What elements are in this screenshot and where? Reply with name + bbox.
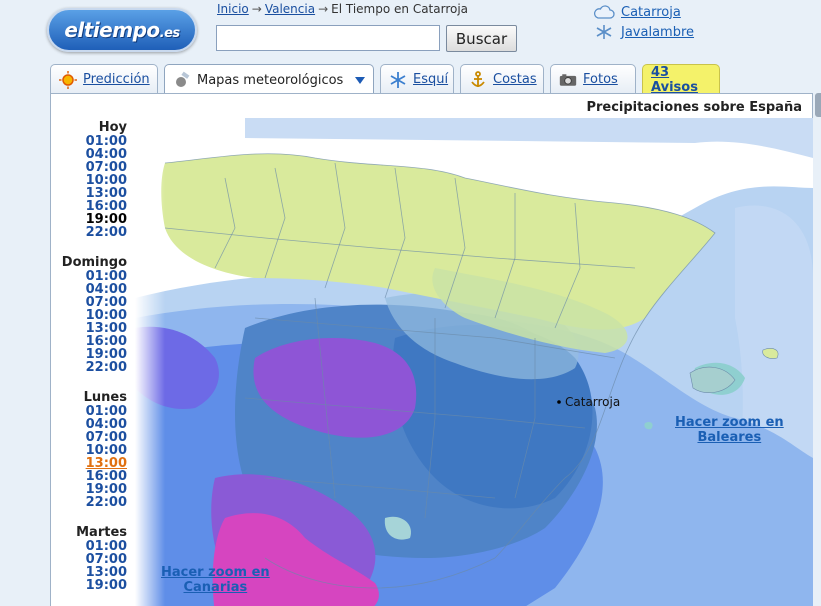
day-heading: Hoy bbox=[98, 120, 127, 135]
zoom-link-line: Canarias bbox=[183, 580, 248, 595]
time-list: 01:00 04:00 07:00 10:00 13:00 16:00 19:0… bbox=[51, 270, 135, 374]
tab-fotos[interactable]: Fotos bbox=[550, 64, 636, 94]
tab-avisos[interactable]: 43 Avisos bbox=[642, 64, 720, 95]
site-logo[interactable]: eltiempo.es bbox=[47, 8, 197, 52]
precipitation-map-image bbox=[135, 118, 813, 606]
map-panel: Precipitaciones sobre España Hoy 01:00 0… bbox=[50, 93, 813, 606]
camera-icon bbox=[559, 73, 577, 86]
breadcrumb: Inicio → Valencia → El Tiempo en Catarroja bbox=[217, 2, 468, 16]
breadcrumb-current: El Tiempo en Catarroja bbox=[331, 2, 469, 16]
scrollbar-handle[interactable] bbox=[815, 93, 821, 117]
time-list: 01:00 04:00 07:00 10:00 13:00 16:00 19:0… bbox=[51, 135, 135, 239]
day-heading: Martes bbox=[76, 525, 127, 540]
map-title: Precipitaciones sobre España bbox=[586, 100, 802, 115]
breadcrumb-arrow-icon: → bbox=[318, 2, 329, 16]
satellite-icon bbox=[176, 71, 190, 87]
day-heading: Domingo bbox=[61, 255, 127, 270]
zoom-link-line: Hacer zoom en bbox=[161, 565, 270, 580]
sun-icon bbox=[59, 70, 77, 89]
zoom-canarias-link[interactable]: Hacer zoom en Canarias bbox=[161, 565, 270, 595]
tab-mapas[interactable]: Mapas meteorológicos bbox=[164, 64, 374, 95]
chevron-down-icon[interactable] bbox=[355, 76, 366, 84]
anchor-icon bbox=[471, 70, 485, 87]
time-link[interactable]: 22:00 bbox=[51, 226, 127, 239]
favorite-location-catarroja[interactable]: Catarroja bbox=[593, 4, 681, 20]
zoom-link-line: Hacer zoom en bbox=[675, 415, 784, 430]
time-list: 01:00 04:00 07:00 10:00 13:00 16:00 19:0… bbox=[51, 405, 135, 509]
tab-prediccion[interactable]: Predicción bbox=[50, 64, 158, 94]
time-list: 01:00 07:00 13:00 19:00 bbox=[51, 540, 135, 592]
city-label-catarroja: Catarroja bbox=[565, 395, 621, 409]
favorite-link[interactable]: Catarroja bbox=[621, 5, 681, 20]
cloud-icon bbox=[593, 5, 615, 19]
breadcrumb-region-link[interactable]: Valencia bbox=[265, 2, 315, 16]
tab-label[interactable]: Predicción bbox=[83, 72, 150, 87]
snowflake-icon bbox=[596, 25, 612, 39]
tab-label[interactable]: Costas bbox=[493, 72, 537, 87]
zoom-baleares-link[interactable]: Hacer zoom en Baleares bbox=[675, 415, 784, 445]
tab-label: Mapas meteorológicos bbox=[197, 72, 344, 88]
tab-label[interactable]: Esquí bbox=[413, 72, 448, 87]
tab-costas[interactable]: Costas bbox=[460, 64, 544, 94]
forecast-time-sidebar: Hoy 01:00 04:00 07:00 10:00 13:00 16:00 … bbox=[51, 118, 135, 592]
breadcrumb-home-link[interactable]: Inicio bbox=[217, 2, 249, 16]
breadcrumb-arrow-icon: → bbox=[251, 2, 262, 16]
logo-text: eltiempo.es bbox=[64, 18, 180, 42]
precipitation-map[interactable]: Catarroja Hacer zoom en Baleares Hacer z… bbox=[135, 118, 813, 606]
tab-label[interactable]: Fotos bbox=[583, 72, 618, 87]
search-input[interactable] bbox=[216, 25, 440, 51]
zoom-link-line: Baleares bbox=[697, 430, 762, 445]
snowflake-icon bbox=[390, 71, 406, 88]
day-heading: Lunes bbox=[83, 390, 127, 405]
favorite-location-javalambre[interactable]: Javalambre bbox=[593, 24, 694, 40]
tab-label[interactable]: 43 Avisos bbox=[651, 65, 719, 95]
time-link[interactable]: 19:00 bbox=[51, 579, 127, 592]
search-button[interactable]: Buscar bbox=[446, 25, 517, 52]
time-link[interactable]: 22:00 bbox=[51, 496, 127, 509]
catarroja-marker bbox=[557, 400, 561, 404]
favorite-link[interactable]: Javalambre bbox=[621, 25, 694, 40]
time-link[interactable]: 22:00 bbox=[51, 361, 127, 374]
tab-esqui[interactable]: Esquí bbox=[380, 64, 454, 94]
